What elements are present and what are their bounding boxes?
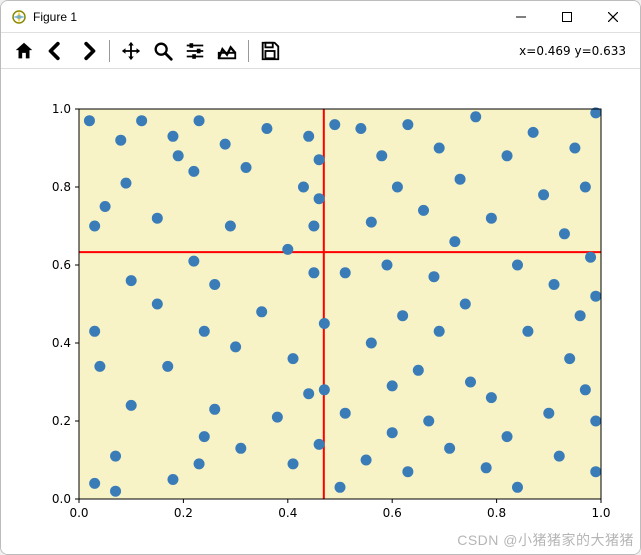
configure-button[interactable] bbox=[180, 36, 210, 66]
back-button[interactable] bbox=[41, 36, 71, 66]
figure-canvas[interactable]: 0.0 0.2 0.4 0.6 0.8 1.0 0.0 0.2 0.4 0.6 0.8 1.0 CSD… bbox=[1, 69, 640, 554]
figure-window: Figure 1 bbox=[0, 0, 641, 555]
plot-svg: 0.0 0.2 0.4 0.6 0.8 1.0 0.0 0.2 0.4 0.6 0.8 1.0 bbox=[1, 69, 640, 554]
csdn-watermark: CSDN @小猪猪家的大猪猪 bbox=[457, 530, 634, 550]
svg-text:0.8: 0.8 bbox=[52, 180, 71, 194]
maximize-button[interactable] bbox=[544, 2, 590, 32]
app-icon bbox=[11, 9, 27, 25]
svg-text:0.4: 0.4 bbox=[278, 506, 297, 520]
svg-text:0.2: 0.2 bbox=[174, 506, 193, 520]
svg-text:0.6: 0.6 bbox=[52, 258, 71, 272]
titlebar: Figure 1 bbox=[1, 1, 640, 33]
close-button[interactable] bbox=[590, 2, 636, 32]
svg-text:0.0: 0.0 bbox=[69, 506, 88, 520]
zoom-button[interactable] bbox=[148, 36, 178, 66]
cursor-coordinates: x=0.469 y=0.633 bbox=[519, 44, 632, 58]
svg-text:1.0: 1.0 bbox=[52, 102, 71, 116]
svg-text:0.2: 0.2 bbox=[52, 414, 71, 428]
svg-text:0.8: 0.8 bbox=[487, 506, 506, 520]
save-button[interactable] bbox=[255, 36, 285, 66]
toolbar-separator bbox=[248, 40, 249, 62]
toolbar: x=0.469 y=0.633 bbox=[1, 33, 640, 69]
forward-button[interactable] bbox=[73, 36, 103, 66]
edit-button[interactable] bbox=[212, 36, 242, 66]
svg-text:0.0: 0.0 bbox=[52, 492, 71, 506]
svg-text:0.4: 0.4 bbox=[52, 336, 71, 350]
minimize-button[interactable] bbox=[498, 2, 544, 32]
toolbar-separator bbox=[109, 40, 110, 62]
svg-text:0.6: 0.6 bbox=[383, 506, 402, 520]
home-button[interactable] bbox=[9, 36, 39, 66]
window-title: Figure 1 bbox=[33, 10, 77, 24]
pan-button[interactable] bbox=[116, 36, 146, 66]
svg-text:1.0: 1.0 bbox=[591, 506, 610, 520]
